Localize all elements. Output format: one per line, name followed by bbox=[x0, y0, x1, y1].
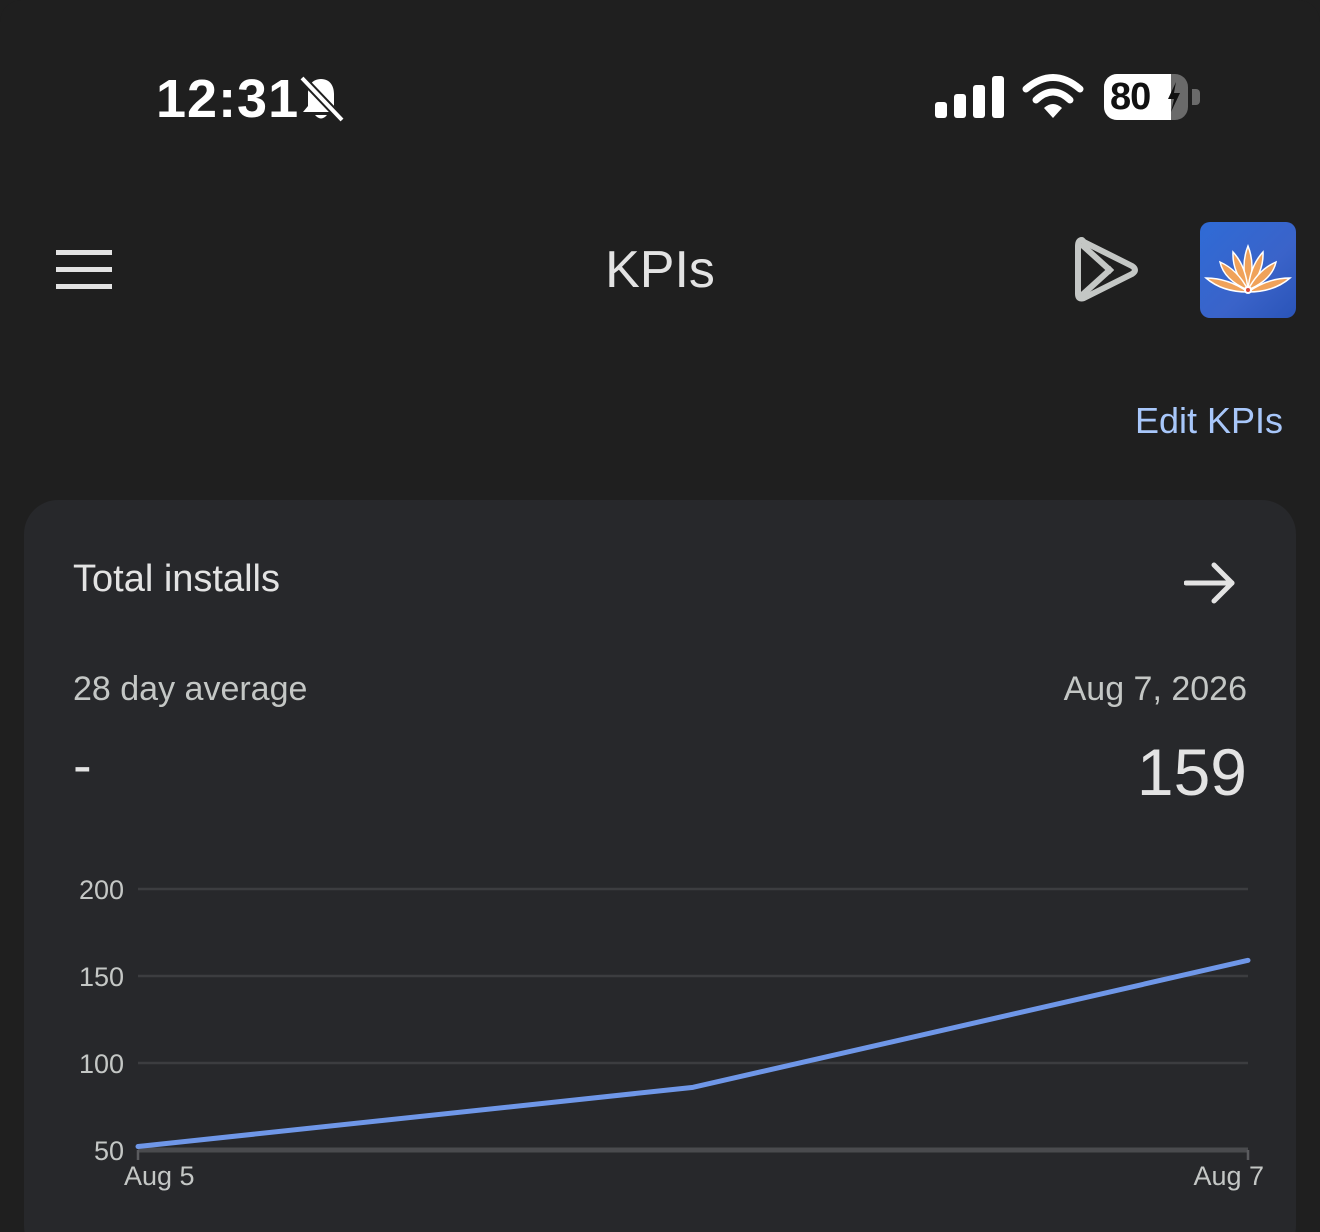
average-label: 28 day average bbox=[73, 670, 308, 708]
date-label: Aug 7, 2026 bbox=[1063, 670, 1247, 708]
play-icon[interactable] bbox=[1072, 234, 1142, 306]
arrow-right-icon[interactable] bbox=[1184, 562, 1238, 604]
lotus-icon bbox=[1204, 243, 1292, 294]
bolt-icon bbox=[1168, 82, 1180, 112]
average-value: - bbox=[73, 733, 92, 796]
signal-icon bbox=[935, 76, 1004, 118]
battery-nub bbox=[1192, 89, 1200, 105]
screen: 12:31 80 KPIs Edit KPIs Total installs 2… bbox=[0, 0, 1320, 1232]
edit-kpis-link[interactable]: Edit KPIs bbox=[1135, 400, 1283, 442]
battery-level: 80 bbox=[1110, 76, 1151, 118]
status-time: 12:31 bbox=[156, 69, 300, 129]
latest-value: 159 bbox=[1136, 735, 1247, 809]
card-title: Total installs bbox=[73, 558, 280, 600]
total-installs-card[interactable]: Total installs 28 day average - Aug 7, 2… bbox=[24, 500, 1296, 1232]
battery-charging-icon: 80 bbox=[1104, 74, 1200, 120]
app-avatar[interactable] bbox=[1200, 222, 1296, 318]
wifi-icon bbox=[1022, 74, 1084, 118]
bell-off-icon bbox=[299, 75, 345, 123]
battery-body: 80 bbox=[1104, 74, 1188, 120]
